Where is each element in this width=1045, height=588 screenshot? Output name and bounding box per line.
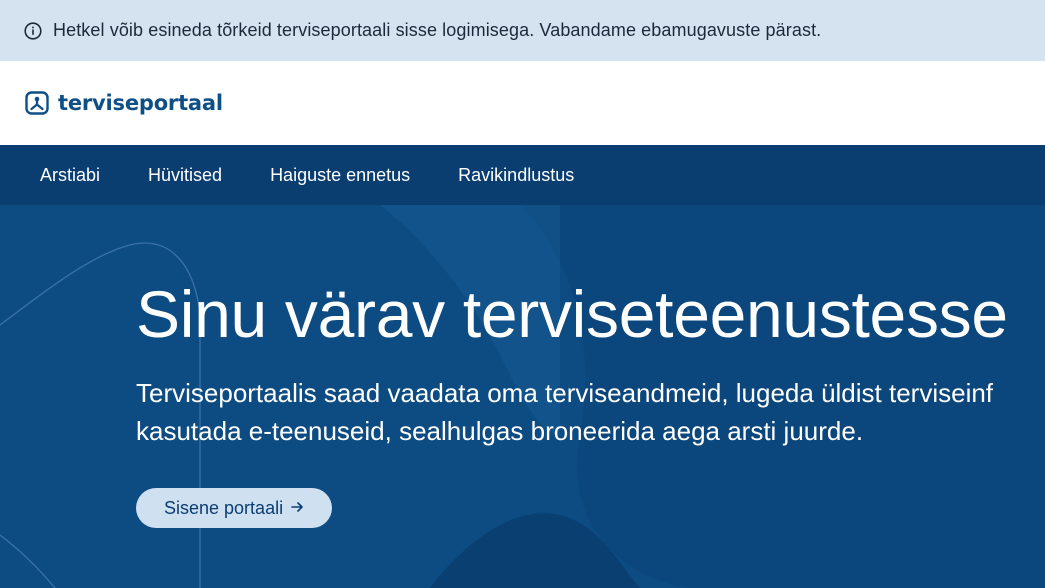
hero-content: Sinu värav terviseteenustesse Tervisepor… xyxy=(136,281,1045,528)
nav-item-haiguste-ennetus[interactable]: Haiguste ennetus xyxy=(270,165,410,186)
hero-title: Sinu värav terviseteenustesse xyxy=(136,277,1008,351)
terviseportaal-logo-icon xyxy=(25,91,49,115)
hero-description-line-1: Terviseportaalis saad vaadata oma tervis… xyxy=(136,378,994,408)
info-circle-icon xyxy=(24,21,42,40)
notice-banner: Hetkel võib esineda tõrkeid terviseporta… xyxy=(0,0,1045,61)
logo-link[interactable]: terviseportaal xyxy=(25,91,223,115)
arrow-right-icon xyxy=(291,500,304,517)
enter-portal-label: Sisene portaali xyxy=(164,497,284,518)
site-header: terviseportaal xyxy=(0,61,1045,145)
logo-text: terviseportaal xyxy=(58,91,223,115)
hero-section: Sinu värav terviseteenustesse Tervisepor… xyxy=(0,205,1045,588)
main-navigation: Arstiabi Hüvitised Haiguste ennetus Ravi… xyxy=(0,145,1045,205)
hero-description-line-2: kasutada e-teenuseid, sealhulgas broneer… xyxy=(136,416,864,446)
nav-item-huvitised[interactable]: Hüvitised xyxy=(148,165,222,186)
hero-description: Terviseportaalis saad vaadata oma tervis… xyxy=(136,374,1045,450)
nav-item-ravikindlustus[interactable]: Ravikindlustus xyxy=(458,165,574,186)
enter-portal-button[interactable]: Sisene portaali xyxy=(136,488,333,528)
notice-text: Hetkel võib esineda tõrkeid terviseporta… xyxy=(53,20,822,40)
nav-item-arstiabi[interactable]: Arstiabi xyxy=(40,165,100,186)
